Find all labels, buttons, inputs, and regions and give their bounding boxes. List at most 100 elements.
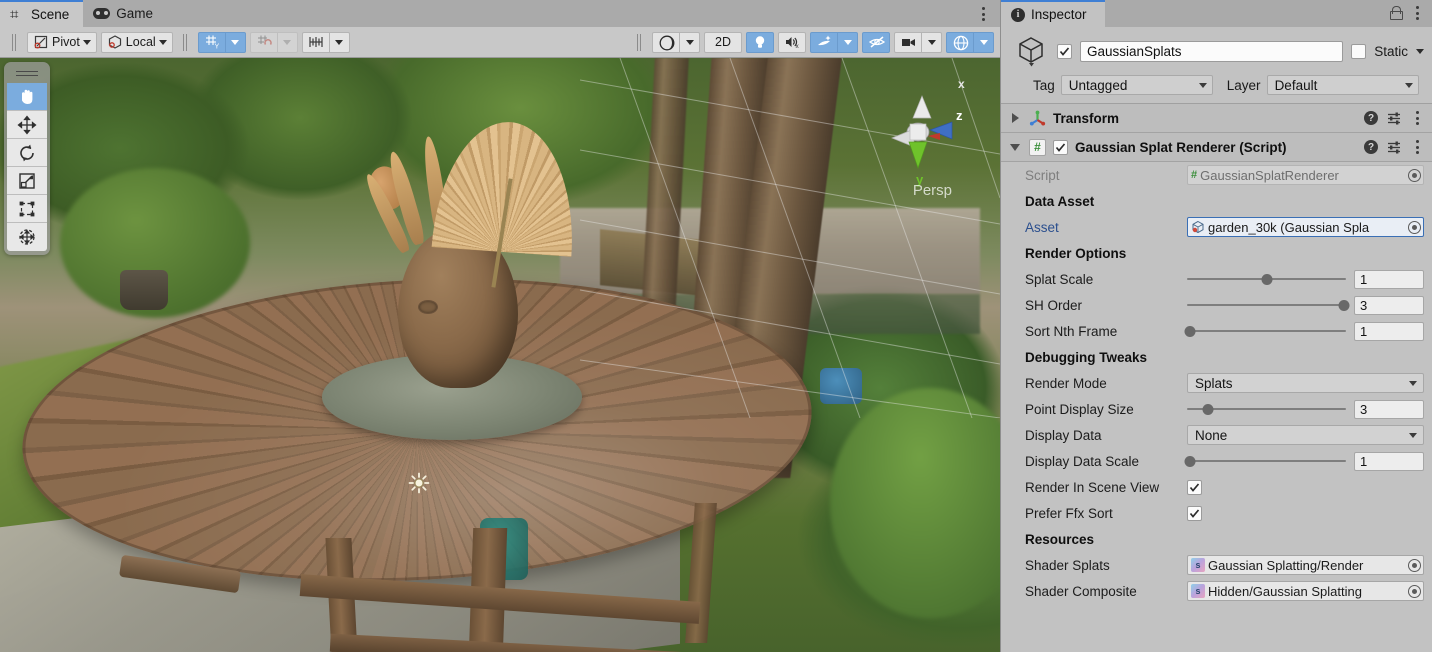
object-picker-icon[interactable]	[1408, 558, 1421, 572]
grid-visibility-toggle[interactable]: Y	[197, 31, 226, 53]
toolbar-grip-3[interactable]	[636, 33, 643, 51]
script-object-field[interactable]: # GaussianSplatRenderer	[1187, 165, 1424, 185]
chevron-down-icon	[843, 39, 852, 45]
prefer-ffx-sort-checkbox[interactable]	[1187, 505, 1202, 521]
sh-order-input[interactable]: 3	[1354, 295, 1424, 315]
object-picker-icon[interactable]	[1408, 584, 1421, 598]
render-mode-value: Splats	[1195, 375, 1233, 391]
scene-panel-menu-button[interactable]	[976, 5, 990, 23]
splat-scale-slider[interactable]	[1187, 273, 1346, 286]
tab-scene[interactable]: Scene	[0, 0, 84, 27]
display-data-scale-input[interactable]: 1	[1354, 451, 1424, 471]
tab-inspector[interactable]: i Inspector	[1001, 0, 1105, 27]
component-menu-button[interactable]	[1410, 140, 1424, 154]
draw-mode-shaded-button[interactable]	[652, 31, 681, 53]
shader-splats-object-field[interactable]: s Gaussian Splatting/Render	[1187, 555, 1424, 575]
audio-toggle[interactable]: x	[778, 31, 806, 53]
section-header-debugging-tweaks: Debugging Tweaks	[1025, 349, 1148, 365]
effects-toggle[interactable]	[810, 31, 838, 53]
component-header-gaussian-splat-renderer[interactable]: # Gaussian Splat Renderer (Script) ?	[1001, 133, 1432, 162]
help-icon[interactable]: ?	[1364, 111, 1378, 125]
rect-tool-button[interactable]	[7, 195, 47, 223]
draw-mode-group	[652, 31, 701, 53]
scale-tool-button[interactable]	[7, 167, 47, 195]
gizmo-axis-z-label: z	[956, 108, 963, 123]
snap-increment-dropdown[interactable]	[329, 31, 350, 53]
light-gizmo-icon[interactable]	[408, 472, 430, 494]
section-header-resources: Resources	[1025, 531, 1095, 547]
property-row-prefer-ffx-sort: Prefer Ffx Sort	[1001, 500, 1424, 526]
asset-object-field[interactable]: garden_30k (Gaussian Spla	[1187, 217, 1424, 237]
sort-nth-frame-slider[interactable]	[1184, 325, 1346, 338]
pivot-icon	[33, 34, 49, 50]
transform-foldout-icon[interactable]	[1009, 112, 1022, 125]
sort-nth-frame-input[interactable]: 1	[1354, 321, 1424, 341]
twod-toggle[interactable]: 2D	[704, 31, 742, 53]
hand-tool-button[interactable]	[7, 83, 47, 111]
scene-viewport[interactable]: y z x Persp	[0, 58, 1000, 652]
scene-panel: Scene Game Pivot	[0, 0, 1000, 652]
renderer-foldout-icon[interactable]	[1009, 141, 1022, 154]
render-in-scene-view-checkbox[interactable]	[1187, 479, 1202, 495]
vase-marking	[418, 300, 438, 314]
toolbar-grip-2[interactable]	[182, 33, 189, 51]
chevron-down-icon	[927, 39, 936, 45]
hidden-objects-toggle[interactable]	[862, 31, 890, 53]
static-checkbox[interactable]	[1351, 43, 1367, 59]
property-row-shader-splats: Shader Splats s Gaussian Splatting/Rende…	[1001, 552, 1424, 578]
move-tool-button[interactable]	[7, 111, 47, 139]
rect-transform-icon	[19, 201, 35, 216]
point-display-size-slider[interactable]	[1187, 403, 1346, 416]
pivot-mode-button[interactable]: Pivot	[27, 31, 97, 53]
property-row-point-display-size: Point Display Size 3	[1001, 396, 1424, 422]
camera-overlay-button[interactable]	[894, 31, 922, 53]
preset-sliders-icon[interactable]	[1387, 111, 1401, 125]
asset-label[interactable]: Asset	[1025, 220, 1187, 235]
local-space-icon	[107, 34, 123, 50]
tab-game[interactable]: Game	[83, 0, 167, 27]
lock-icon[interactable]	[1390, 6, 1403, 20]
renderer-enabled-checkbox[interactable]	[1053, 139, 1068, 155]
object-picker-icon[interactable]	[1408, 168, 1421, 182]
splat-scale-input[interactable]: 1	[1354, 269, 1424, 289]
gameobject-cube-icon	[1015, 34, 1049, 68]
grid-snapping-dropdown[interactable]	[277, 31, 298, 53]
display-data-dropdown[interactable]: None	[1187, 425, 1424, 445]
toolbar-grip[interactable]	[11, 33, 18, 51]
gizmos-toggle[interactable]	[946, 31, 974, 53]
lighting-toggle[interactable]	[746, 31, 774, 53]
shader-composite-object-field[interactable]: s Hidden/Gaussian Splatting	[1187, 581, 1424, 601]
point-display-size-input[interactable]: 3	[1354, 399, 1424, 419]
static-dropdown-icon[interactable]	[1416, 48, 1424, 54]
svg-text:x: x	[796, 43, 800, 50]
gameobject-enabled-checkbox[interactable]	[1057, 43, 1072, 59]
grid-snapping-toggle[interactable]	[249, 31, 278, 53]
property-row-display-data-scale: Display Data Scale 1	[1001, 448, 1424, 474]
tool-palette-drag-handle[interactable]	[7, 66, 47, 80]
effects-dropdown[interactable]	[838, 31, 858, 53]
layer-dropdown[interactable]: Default	[1266, 75, 1419, 95]
tag-dropdown[interactable]: Untagged	[1060, 75, 1213, 95]
object-picker-icon[interactable]	[1408, 220, 1421, 234]
grid-visibility-dropdown[interactable]	[225, 31, 246, 53]
gizmos-group	[946, 31, 994, 53]
help-icon[interactable]: ?	[1364, 140, 1378, 154]
tag-value: Untagged	[1068, 77, 1128, 93]
camera-overlay-dropdown[interactable]	[922, 31, 942, 53]
sh-order-slider[interactable]	[1187, 299, 1350, 312]
display-data-scale-slider[interactable]	[1184, 455, 1346, 468]
handle-space-button[interactable]: Local	[100, 31, 173, 53]
perspective-mode-label[interactable]: Persp	[913, 182, 952, 199]
grid-y-icon: Y	[204, 34, 220, 51]
transform-tool-button[interactable]	[7, 223, 47, 251]
component-menu-button[interactable]	[1410, 111, 1424, 125]
component-header-transform[interactable]: Transform ?	[1001, 104, 1432, 133]
snap-increment-button[interactable]	[301, 31, 330, 53]
gameobject-name-input[interactable]: GaussianSplats	[1080, 40, 1344, 62]
inspector-menu-button[interactable]	[1410, 4, 1424, 22]
draw-mode-dropdown[interactable]	[680, 31, 701, 53]
rotate-tool-button[interactable]	[7, 139, 47, 167]
gizmos-dropdown[interactable]	[974, 31, 994, 53]
preset-sliders-icon[interactable]	[1387, 140, 1401, 154]
render-mode-dropdown[interactable]: Splats	[1187, 373, 1424, 393]
